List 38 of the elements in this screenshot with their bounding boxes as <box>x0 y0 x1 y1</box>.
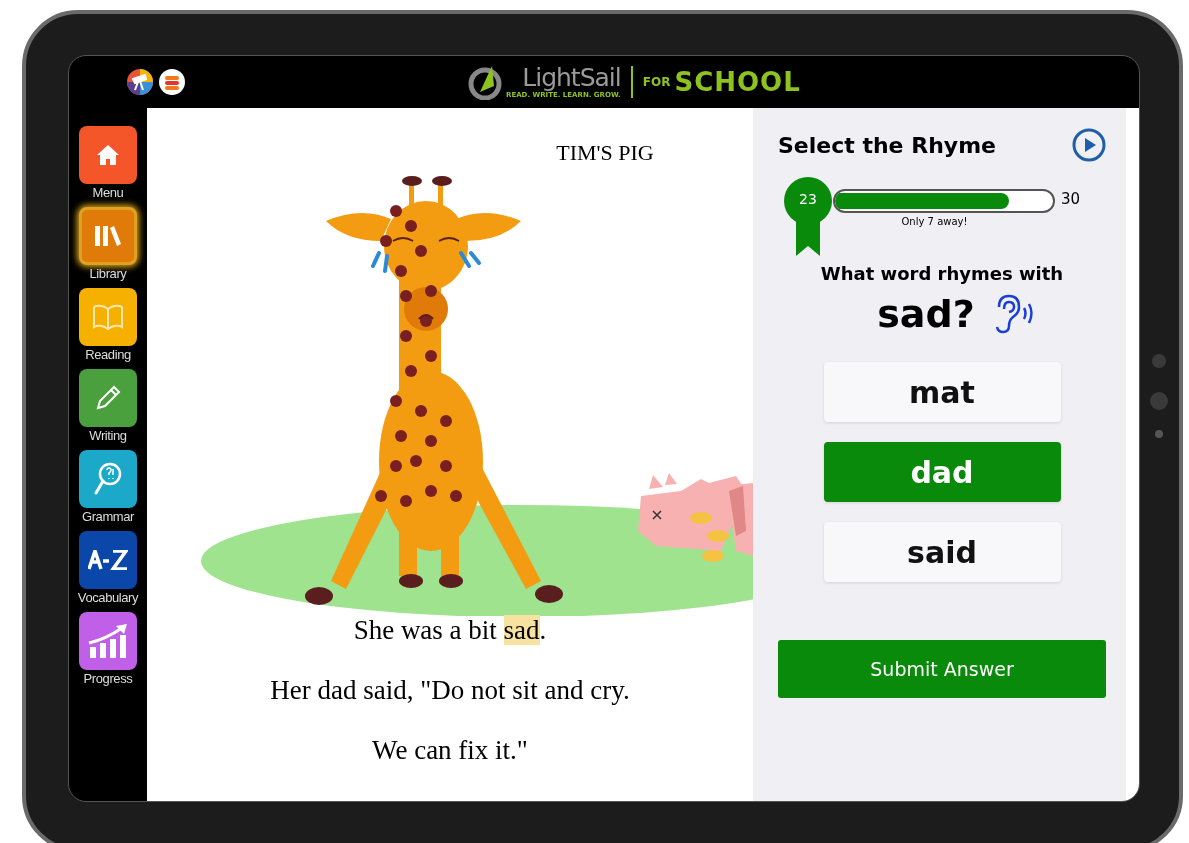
nav-item[interactable]: Progress <box>69 612 147 690</box>
growth-chart-icon <box>86 623 130 659</box>
a-to-z-icon <box>88 550 128 570</box>
sensor-dot <box>1155 430 1163 438</box>
home-icon <box>96 144 120 166</box>
sail-logo-icon <box>468 64 502 100</box>
story-text: Her dad said, "Do not sit and cry. <box>270 674 630 707</box>
progress-note: Only 7 away! <box>901 216 968 227</box>
story-text: We can fix it." <box>372 734 528 767</box>
submit-answer-button[interactable]: Submit Answer <box>778 640 1106 698</box>
nav-item[interactable]: Grammar <box>69 450 147 528</box>
nav-item[interactable]: Reading <box>69 288 147 366</box>
nav-item[interactable]: Library <box>69 207 147 285</box>
question-text: What word rhymes with <box>820 263 1064 284</box>
answer-option[interactable]: said <box>823 522 1061 582</box>
sensor-dot <box>1152 354 1166 368</box>
telescope-app-icon[interactable] <box>127 69 153 95</box>
magnifier-icon <box>94 462 122 496</box>
stack-app-icon[interactable] <box>159 69 185 95</box>
book-title: TIM'S PIG <box>555 140 654 166</box>
open-book-icon <box>92 304 124 330</box>
story-text: She was a bit sad. <box>353 614 547 647</box>
answer-option[interactable]: dad <box>823 442 1061 502</box>
play-icon[interactable] <box>1072 128 1106 162</box>
product-prefix: FOR <box>642 75 671 89</box>
camera-dot <box>1150 392 1168 410</box>
target-word: sad? <box>877 292 975 336</box>
nav-item[interactable]: Vocabulary <box>69 531 147 609</box>
quiz-title: Select the Rhyme <box>778 132 996 158</box>
books-icon <box>94 225 122 247</box>
brand-name: LightSail <box>522 65 621 91</box>
pencil-icon <box>94 384 122 412</box>
nav-item[interactable]: Menu <box>69 126 147 204</box>
product-name: SCHOOL <box>674 67 801 97</box>
goal-number: 30 <box>1061 190 1081 208</box>
nav-item[interactable]: Writing <box>69 369 147 447</box>
answer-option[interactable]: mat <box>823 362 1061 422</box>
score-medal: 23 <box>783 176 833 256</box>
